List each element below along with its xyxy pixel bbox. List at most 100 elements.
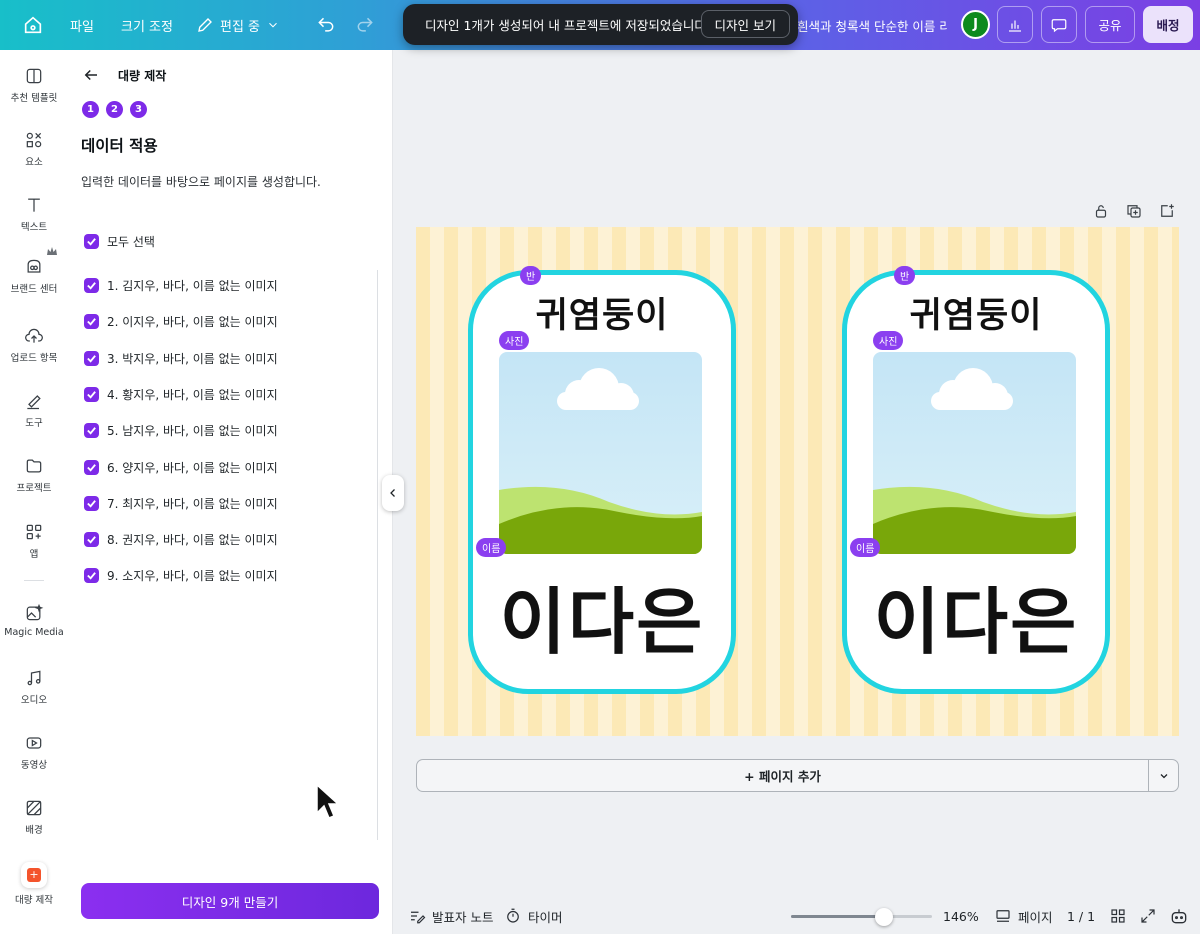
undo-button[interactable]: [316, 0, 336, 50]
timer-label: 타이머: [528, 909, 563, 925]
select-all-checkbox[interactable]: 모두 선택: [84, 233, 155, 250]
step-3[interactable]: 3: [130, 101, 147, 118]
panel-scrollbar[interactable]: [377, 270, 378, 840]
field-tag-photo: 사진: [873, 331, 904, 350]
timer-button[interactable]: 타이머: [504, 898, 563, 934]
field-tag-class: 반: [894, 266, 916, 285]
collapse-panel-button[interactable]: [382, 475, 404, 511]
field-tag-photo: 사진: [499, 331, 530, 350]
zoom-slider[interactable]: [791, 908, 932, 926]
grid-icon: [1111, 909, 1125, 923]
rail-item-video[interactable]: 동영상: [0, 733, 68, 771]
apps-icon: [26, 524, 42, 540]
rail-item-bulk-create[interactable]: + 대량 제작: [0, 862, 68, 906]
pages-label: 페이지: [1018, 909, 1053, 925]
view-design-label: 디자인 보기: [714, 17, 776, 33]
editing-label: 편집 중: [220, 19, 261, 35]
rail-item-projects[interactable]: 프로젝트: [0, 456, 68, 494]
add-page-dropdown[interactable]: [1148, 760, 1178, 791]
zoom-level-text: 146%: [943, 908, 979, 924]
template-icon: [26, 68, 42, 84]
data-row-checkbox[interactable]: 1. 김지우, 바다, 이름 없는 이미지: [84, 277, 278, 294]
rail-item-tools[interactable]: 도구: [0, 391, 68, 429]
select-all-label: 모두 선택: [107, 235, 155, 249]
card-name[interactable]: 이다은: [473, 563, 731, 668]
text-icon: [28, 198, 40, 212]
notes-icon: [411, 911, 426, 924]
fullscreen-button[interactable]: [1139, 898, 1163, 934]
rail-item-text[interactable]: 텍스트: [0, 195, 68, 233]
resize-menu[interactable]: 크기 조정: [121, 0, 173, 50]
comment-button[interactable]: [1041, 6, 1077, 43]
data-row-checkbox[interactable]: 4. 황지우, 바다, 이름 없는 이미지: [84, 386, 278, 403]
video-icon: [26, 737, 42, 749]
pages-button[interactable]: 페이지: [994, 898, 1053, 934]
add-page-button[interactable]: + 페이지 추가: [417, 766, 1148, 785]
rail-item-brand[interactable]: 브랜드 센터: [0, 247, 68, 295]
rail-item-background[interactable]: 배경: [0, 798, 68, 836]
file-menu[interactable]: 파일: [70, 0, 94, 50]
rail-item-elements[interactable]: 요소: [0, 130, 68, 168]
rail-item-apps[interactable]: 앱: [0, 522, 68, 560]
view-design-button[interactable]: 디자인 보기: [700, 10, 790, 38]
avatar[interactable]: J: [961, 10, 990, 39]
panel-header: 대량 제작: [82, 66, 166, 84]
rail-label: 대량 제작: [15, 895, 53, 906]
field-tag-name: 이름: [476, 538, 507, 557]
page-count-text: 1 / 1: [1067, 908, 1096, 924]
card-name[interactable]: 이다은: [847, 563, 1105, 668]
avatar-initial: J: [973, 17, 978, 32]
assistant-button[interactable]: [1169, 898, 1195, 934]
rail-label: 텍스트: [20, 222, 48, 233]
step-2[interactable]: 2: [106, 101, 123, 118]
checkbox-checked-icon: [84, 495, 99, 511]
checkbox-checked-icon: [84, 386, 99, 402]
data-row-checkbox[interactable]: 9. 소지우, 바다, 이름 없는 이미지: [84, 567, 278, 584]
rail-label: 배경: [25, 825, 43, 836]
redo-icon: [357, 17, 373, 32]
rail-item-magic-media[interactable]: Magic Media: [0, 603, 68, 638]
chevron-left-icon: [390, 489, 395, 497]
data-row-checkbox[interactable]: 8. 권지우, 바다, 이름 없는 이미지: [84, 531, 278, 548]
duplicate-page-icon[interactable]: [1125, 202, 1143, 220]
zoom-level[interactable]: 146%: [943, 898, 979, 934]
card-photo[interactable]: [499, 352, 702, 554]
speaker-notes-button[interactable]: 발표자 노트: [408, 898, 493, 934]
add-page-bar: + 페이지 추가: [416, 759, 1179, 792]
back-arrow-icon[interactable]: [82, 66, 100, 84]
data-row-checkbox[interactable]: 3. 박지우, 바다, 이름 없는 이미지: [84, 350, 278, 367]
editing-mode-menu[interactable]: 편집 중: [196, 0, 280, 50]
redo-button[interactable]: [355, 0, 375, 50]
home-icon: [24, 16, 42, 34]
home-button[interactable]: [22, 0, 44, 50]
toast-message: 디자인 1개가 생성되어 내 프로젝트에 저장되었습니다: [425, 18, 706, 33]
pen-tool-icon: [27, 395, 41, 410]
insights-button[interactable]: [997, 6, 1033, 43]
lock-icon[interactable]: [1092, 202, 1110, 220]
data-row-checkbox[interactable]: 7. 최지우, 바다, 이름 없는 이미지: [84, 495, 278, 512]
rail-item-uploads[interactable]: 업로드 항목: [0, 326, 68, 364]
rail-item-templates[interactable]: 추천 템플릿: [0, 66, 68, 104]
rail-label: Magic Media: [4, 627, 64, 638]
data-row-label: 7. 최지우, 바다, 이름 없는 이미지: [107, 496, 278, 511]
share-button[interactable]: 공유: [1085, 6, 1135, 43]
page-count: 1 / 1: [1067, 898, 1095, 934]
upload-cloud-icon: [25, 328, 43, 343]
step-1[interactable]: 1: [82, 101, 99, 118]
publish-button[interactable]: 배정: [1143, 6, 1193, 43]
card-photo[interactable]: [873, 352, 1076, 554]
grid-view-button[interactable]: [1109, 898, 1133, 934]
create-designs-button[interactable]: 디자인 9개 만들기: [81, 883, 379, 919]
rail-item-audio[interactable]: 오디오: [0, 668, 68, 706]
data-row-checkbox[interactable]: 5. 남지우, 바다, 이름 없는 이미지: [84, 422, 278, 439]
data-row-checkbox[interactable]: 2. 이지우, 바다, 이름 없는 이미지: [84, 313, 278, 330]
checkbox-checked-icon: [84, 568, 99, 584]
tag-text: 사진: [879, 337, 898, 348]
create-designs-label: 디자인 9개 만들기: [181, 894, 279, 910]
data-row-checkbox[interactable]: 6. 양지우, 바다, 이름 없는 이미지: [84, 459, 278, 476]
add-page-icon[interactable]: [1158, 202, 1176, 220]
document-title[interactable]: 흰색과 청록색 단순한 이름 라벨: [797, 0, 947, 50]
design-page[interactable]: 귀염둥이 이다은 반 사진 이름 귀염둥이 이다은 반 사진 이름: [416, 227, 1179, 736]
field-tag-class: 반: [520, 266, 542, 285]
zoom-slider-knob[interactable]: [875, 908, 894, 926]
